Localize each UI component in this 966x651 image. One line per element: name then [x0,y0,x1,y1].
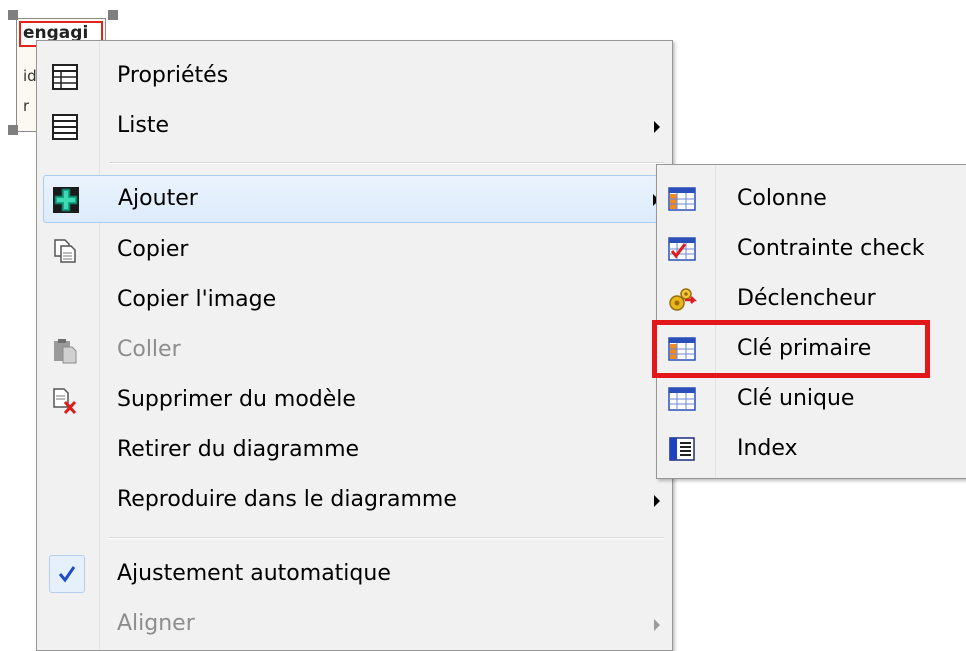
submenu-item-label: Index [737,436,798,461]
submenu-item-declencheur[interactable]: Déclencheur [661,275,963,323]
highlight-annotation [652,320,930,378]
submenu-item-cle-unique[interactable]: Clé unique [661,375,963,423]
menu-item-label: Supprimer du modèle [117,387,356,412]
list-icon [52,114,78,140]
menu-item-label: Propriétés [117,63,229,88]
checkmark-icon [58,566,76,583]
menu-separator [109,537,664,538]
menu-item-liste[interactable]: Liste [43,103,666,149]
submenu-item-label: Déclencheur [737,286,876,311]
menu-item-retirer[interactable]: Retirer du diagramme [43,427,666,473]
resize-handle[interactable] [8,10,18,20]
context-menu: Propriétés Liste Ajouter Copier Copier l… [36,40,673,651]
resize-handle[interactable] [8,125,18,135]
menu-item-coller[interactable]: Coller [43,327,666,373]
menu-separator [109,162,664,163]
menu-item-label: Retirer du diagramme [117,437,360,462]
submenu-arrow-icon [654,619,660,631]
check-indicator [49,555,85,593]
menu-item-supprimer[interactable]: Supprimer du modèle [43,377,666,423]
menu-item-ajouter[interactable]: Ajouter [43,175,666,223]
resize-handle[interactable] [108,10,118,20]
trigger-icon [669,288,697,311]
entity-attribute: r [23,97,30,115]
menu-item-aligner[interactable]: Aligner [43,601,666,647]
submenu-item-label: Colonne [737,186,827,211]
menu-item-label: Copier l'image [117,287,277,312]
column-icon [668,187,696,211]
submenu-item-label: Clé unique [737,386,855,411]
delete-icon [53,388,77,415]
check-constraint-icon [668,237,696,261]
index-icon [669,437,695,461]
paste-icon [54,339,77,364]
submenu-arrow-icon [654,121,660,133]
menu-item-reproduire[interactable]: Reproduire dans le diagramme [43,477,666,523]
copy-icon [54,239,76,263]
menu-item-copier[interactable]: Copier [43,227,666,273]
menu-item-label: Ajustement automatique [117,561,391,586]
entity-attribute: id [23,67,37,85]
menu-item-ajustement-automatique[interactable]: Ajustement automatique [43,551,666,597]
menu-item-label: Ajouter [118,186,198,211]
submenu-item-colonne[interactable]: Colonne [661,175,963,223]
add-plus-icon [53,187,79,213]
submenu-item-contrainte-check[interactable]: Contrainte check [661,225,963,273]
unique-key-icon [668,387,696,411]
menu-item-label: Liste [117,113,169,138]
menu-item-label: Aligner [117,611,195,636]
submenu-item-label: Contrainte check [737,236,925,261]
properties-table-icon [52,64,78,90]
submenu-arrow-icon [654,495,660,507]
menu-item-label: Reproduire dans le diagramme [117,487,457,512]
submenu-item-index[interactable]: Index [661,425,963,473]
menu-item-label: Coller [117,337,181,362]
menu-item-label: Copier [117,237,189,262]
menu-item-copier-image[interactable]: Copier l'image [43,277,666,323]
menu-item-proprietes[interactable]: Propriétés [43,53,666,99]
